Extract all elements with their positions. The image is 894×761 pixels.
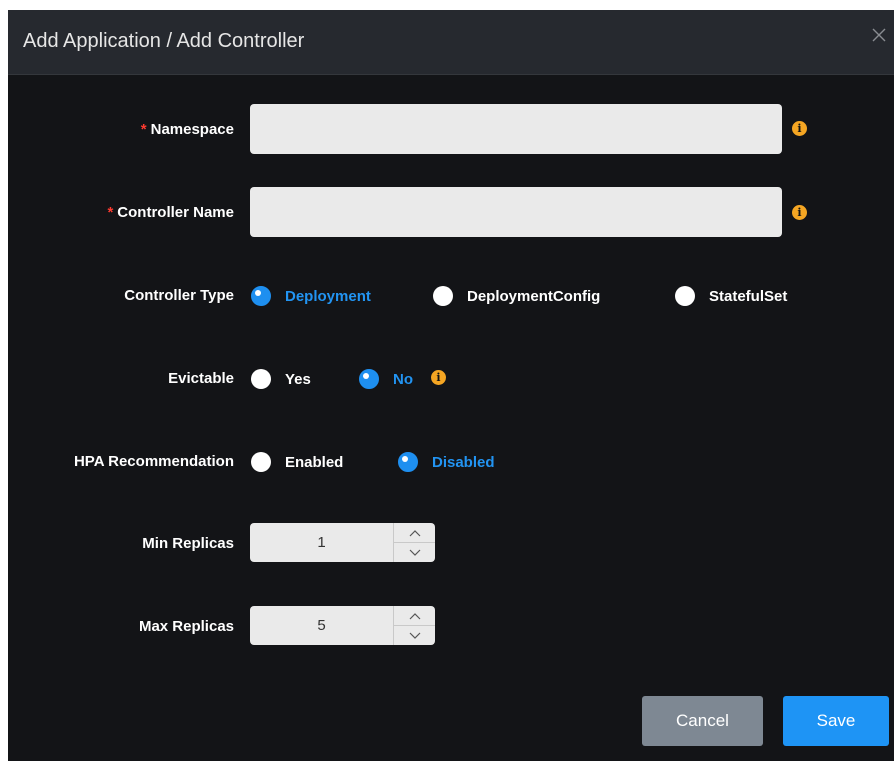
radio-no[interactable]: No [359,368,413,390]
dialog-title: Add Application / Add Controller [23,30,305,52]
radio-dot [359,369,379,389]
namespace-label: * Namespace [140,121,234,138]
info-icon[interactable]: i [792,121,807,136]
close-icon[interactable] [872,28,886,42]
stepper-controls [393,523,435,562]
min-replicas-value[interactable]: 1 [250,523,393,562]
info-icon[interactable]: i [792,205,807,220]
dialog-header: Add Application / Add Controller [8,10,894,75]
chevron-down-icon [409,632,420,639]
hpa-recommendation-label: HPA Recommendation [73,453,234,470]
radio-statefulset[interactable]: StatefulSet [675,285,787,307]
chevron-up-icon [409,612,420,619]
controller-name-label: * Controller Name [107,204,234,221]
radio-deployment[interactable]: Deployment [251,285,371,307]
decrement-button[interactable] [394,543,435,562]
radio-dot [398,452,418,472]
increment-button[interactable] [394,523,435,543]
radio-yes[interactable]: Yes [251,368,311,390]
radio-dot [251,369,271,389]
chevron-down-icon [409,549,420,556]
stepper-controls [393,606,435,645]
max-replicas-stepper[interactable]: 5 [250,606,435,645]
radio-dot [433,286,453,306]
max-replicas-value[interactable]: 5 [250,606,393,645]
radio-dot [675,286,695,306]
chevron-up-icon [409,529,420,536]
controller-name-input[interactable] [250,187,782,237]
max-replicas-label: Max Replicas [138,618,234,635]
namespace-input[interactable] [250,104,782,154]
cancel-button[interactable]: Cancel [642,696,763,746]
radio-disabled[interactable]: Disabled [398,451,495,473]
radio-dot [251,452,271,472]
required-marker: * [107,204,114,221]
save-button[interactable]: Save [783,696,889,746]
controller-type-label: Controller Type [124,287,234,304]
radio-dot [251,286,271,306]
required-marker: * [140,121,147,138]
decrement-button[interactable] [394,626,435,645]
min-replicas-stepper[interactable]: 1 [250,523,435,562]
evictable-label: Evictable [168,370,234,387]
increment-button[interactable] [394,606,435,626]
info-icon[interactable]: i [431,370,446,385]
add-controller-dialog: Add Application / Add Controller * Namesp… [8,10,894,761]
min-replicas-label: Min Replicas [142,535,234,552]
radio-deploymentconfig[interactable]: DeploymentConfig [433,285,600,307]
radio-enabled[interactable]: Enabled [251,451,343,473]
